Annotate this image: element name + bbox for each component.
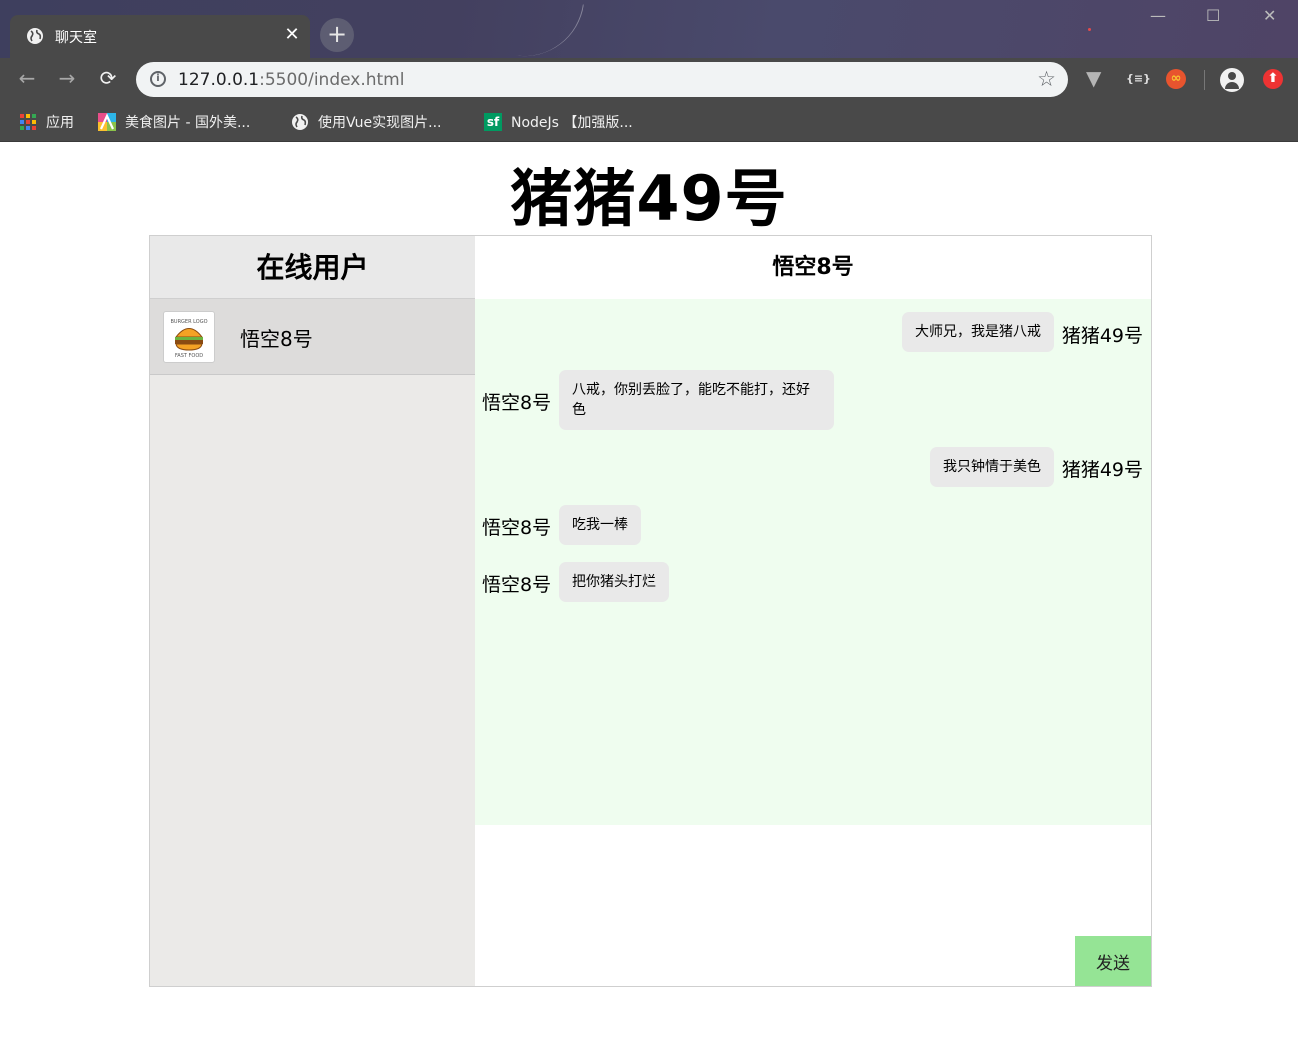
message-bubble: 把你猪头打烂 <box>559 562 669 602</box>
toolbar-divider <box>1204 70 1205 90</box>
message-sender: 悟空8号 <box>482 392 552 414</box>
globe-icon <box>292 114 308 130</box>
bookmark-food-images[interactable]: 美食图片 - 国外美... <box>98 112 250 132</box>
colorful-logo-icon <box>98 113 116 131</box>
infinity-extension-icon[interactable]: ∞ <box>1166 69 1186 89</box>
close-tab-icon[interactable]: ✕ <box>282 24 302 45</box>
svg-text:BURGER LOGO: BURGER LOGO <box>170 319 207 325</box>
tab-title: 聊天室 <box>55 30 97 46</box>
json-viewer-icon[interactable]: {≡} <box>1126 72 1151 94</box>
forward-icon[interactable]: → <box>55 67 79 91</box>
url-text[interactable]: 127.0.0.1:5500/index.html <box>178 70 404 90</box>
browser-toolbar: ← → ⟳ i 127.0.0.1:5500/index.html ☆ ▼ {≡… <box>0 58 1298 103</box>
segmentfault-icon: sf <box>484 113 502 131</box>
profile-icon[interactable] <box>1220 68 1244 92</box>
message-sender: 猪猪49号 <box>1061 325 1143 347</box>
burger-logo-icon: BURGER LOGO FAST FOOD <box>163 311 215 363</box>
send-button[interactable]: 发送 <box>1075 936 1151 986</box>
globe-icon <box>27 28 43 44</box>
minimize-icon[interactable]: — <box>1150 6 1166 25</box>
browser-tab[interactable]: 聊天室 ✕ <box>10 15 310 58</box>
window-close-icon[interactable]: ✕ <box>1263 6 1276 25</box>
message-bubble: 吃我一棒 <box>559 505 641 545</box>
upload-extension-icon[interactable]: ⬆ <box>1263 69 1283 89</box>
address-bar[interactable]: i 127.0.0.1:5500/index.html ☆ <box>136 62 1068 97</box>
user-list-item[interactable]: BURGER LOGO FAST FOOD 悟空8号 <box>150 299 475 375</box>
browser-titlebar: 聊天室 ✕ + — ☐ ✕ <box>0 0 1298 64</box>
bookmark-vue-images[interactable]: 使用Vue实现图片... <box>291 112 441 132</box>
message-sender: 悟空8号 <box>482 574 552 596</box>
wallpaper-star <box>1088 28 1091 31</box>
online-users-heading: 在线用户 <box>150 236 475 299</box>
new-tab-button[interactable]: + <box>320 18 354 52</box>
chat-partner-heading: 悟空8号 <box>475 236 1151 299</box>
reload-icon[interactable]: ⟳ <box>96 67 120 91</box>
site-info-icon[interactable]: i <box>150 71 166 87</box>
maximize-icon[interactable]: ☐ <box>1206 6 1220 25</box>
back-icon[interactable]: ← <box>15 67 39 91</box>
chat-window: 在线用户 BURGER LOGO FAST FOOD 悟空8号 悟空8号 大师兄… <box>149 235 1152 987</box>
page-title: 猪猪49号 <box>510 162 788 235</box>
message-bubble: 大师兄，我是猪八戒 <box>902 312 1054 352</box>
user-name: 悟空8号 <box>240 327 313 351</box>
bookmark-star-icon[interactable]: ☆ <box>1037 67 1056 91</box>
apps-grid-icon <box>20 114 36 130</box>
vue-devtools-icon[interactable]: ▼ <box>1086 66 1101 90</box>
message-bubble: 八戒，你别丢脸了，能吃不能打，还好色 <box>559 370 834 430</box>
message-input-area[interactable] <box>475 825 1151 986</box>
message-list: 大师兄，我是猪八戒 猪猪49号 悟空8号 八戒，你别丢脸了，能吃不能打，还好色 … <box>475 299 1151 825</box>
wallpaper-streak <box>516 0 584 64</box>
message-sender: 猪猪49号 <box>1061 459 1143 481</box>
online-users-sidebar: 在线用户 BURGER LOGO FAST FOOD 悟空8号 <box>150 236 475 986</box>
svg-text:FAST FOOD: FAST FOOD <box>175 353 203 359</box>
bookmark-nodejs[interactable]: sf NodeJs 【加强版... <box>484 112 633 132</box>
bookmark-apps[interactable]: 应用 <box>20 112 74 132</box>
bookmarks-bar: 应用 美食图片 - 国外美... 使用Vue实现图片... sf NodeJs 【… <box>0 103 1298 142</box>
message-bubble: 我只钟情于美色 <box>930 447 1054 487</box>
chat-main: 悟空8号 大师兄，我是猪八戒 猪猪49号 悟空8号 八戒，你别丢脸了，能吃不能打… <box>475 236 1151 986</box>
message-sender: 悟空8号 <box>482 517 552 539</box>
